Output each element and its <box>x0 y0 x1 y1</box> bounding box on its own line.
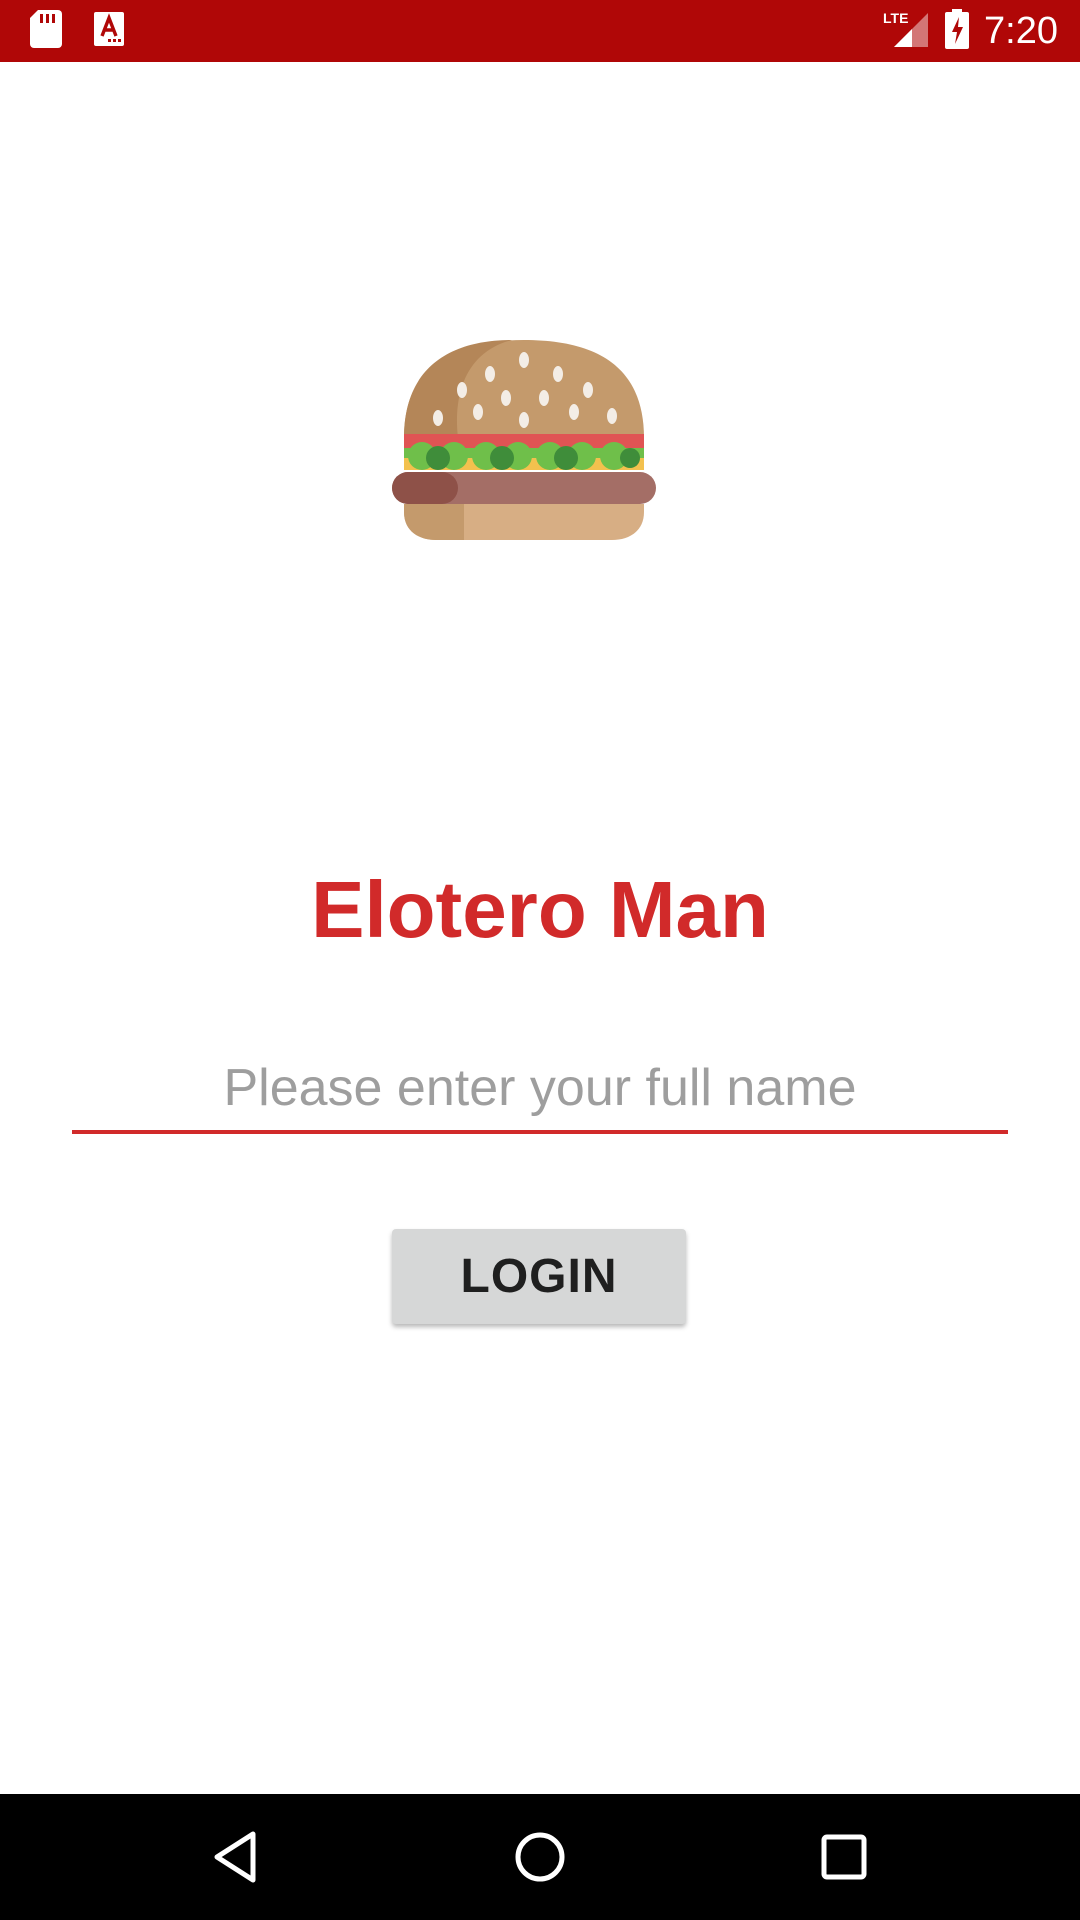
login-screen: LTE 7:20 Elotero Man Please enter your f… <box>0 0 1080 1920</box>
recents-icon[interactable] <box>809 1822 879 1892</box>
lte-signal-icon: LTE <box>882 9 930 53</box>
status-time: 7:20 <box>984 9 1058 52</box>
back-icon[interactable] <box>200 1822 270 1892</box>
status-bar-right: LTE 7:20 <box>882 6 1058 56</box>
status-bar-left <box>30 10 124 52</box>
sd-card-icon <box>30 10 62 52</box>
full-name-input[interactable] <box>72 1052 1008 1134</box>
svg-text:LTE: LTE <box>883 10 908 26</box>
name-field <box>72 1052 1008 1134</box>
text-a-icon <box>94 12 124 50</box>
battery-charging-icon <box>944 9 970 53</box>
status-bar: LTE 7:20 <box>0 0 1080 62</box>
navigation-bar <box>0 1794 1080 1920</box>
login-button[interactable]: LOGIN <box>392 1229 686 1324</box>
app-title: Elotero Man <box>311 865 769 954</box>
home-icon[interactable] <box>505 1822 575 1892</box>
hamburger-icon <box>392 336 656 542</box>
